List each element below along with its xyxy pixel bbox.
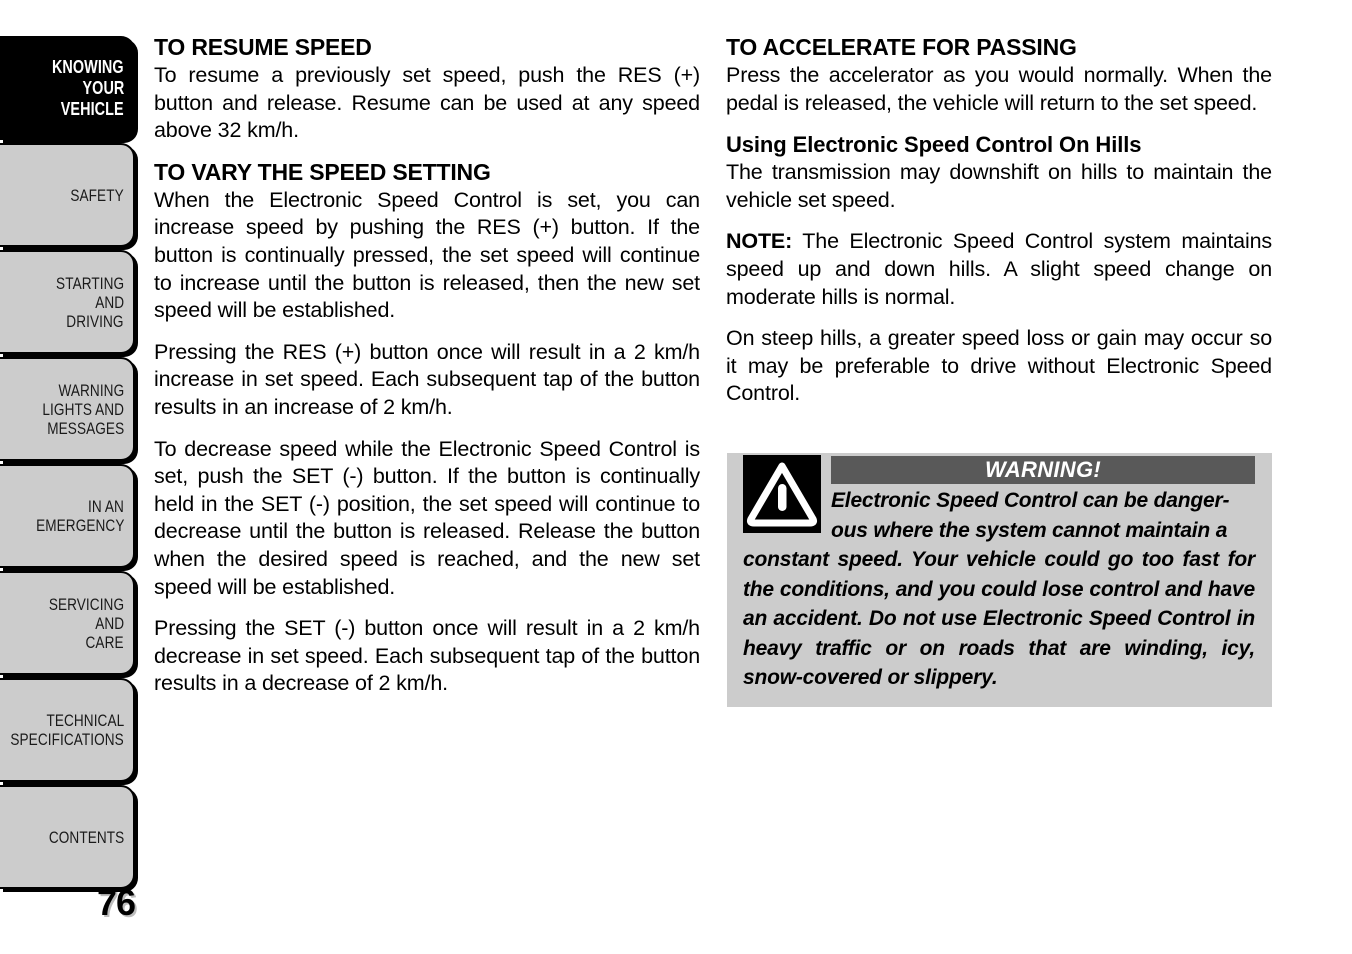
warning-text-head-line-1: Electronic Speed Control can be danger- xyxy=(831,489,1230,512)
warning-triangle-icon xyxy=(743,455,821,533)
paragraph-vary-speed-setting: When the Electronic Speed Control is set… xyxy=(154,187,700,323)
left-text-column: TO RESUME SPEED To resume a previously s… xyxy=(154,34,700,712)
heading-to-accelerate-for-passing: TO ACCELERATE FOR PASSING xyxy=(726,34,1077,60)
paragraph-decrease-speed: To decrease speed while the Electronic S… xyxy=(154,436,700,599)
paragraph-hills-downshift: The transmission may downshift on hills … xyxy=(726,160,1272,212)
warning-box: WARNING! Electronic Speed Control can be… xyxy=(727,453,1272,707)
heading-to-vary-the-speed-setting: TO VARY THE SPEED SETTING xyxy=(154,158,491,185)
paragraph-res-increase: Pressing the RES (+) button once will re… xyxy=(154,339,700,419)
heading-to-resume-speed: TO RESUME SPEED xyxy=(154,34,372,60)
warning-text-head: Electronic Speed Control can be danger- … xyxy=(831,486,1255,545)
note-text: The Electronic Speed Control system main… xyxy=(726,229,1272,309)
sidebar-tab-label-line: SPECIFICATIONS xyxy=(10,730,124,749)
sidebar-tab-starting-and-driving[interactable]: STARTING AND DRIVING xyxy=(0,250,135,354)
warning-text-body: constant speed. Your vehicle could go to… xyxy=(743,548,1255,689)
sidebar-tab-label-line: AND xyxy=(95,292,124,312)
sidebar-tab-label-line: LIGHTS AND xyxy=(42,399,124,419)
warning-title: WARNING! xyxy=(831,456,1255,484)
sidebar-tab-safety[interactable]: SAFETY xyxy=(0,143,135,247)
sidebar-tab-label-line: WARNING xyxy=(58,380,124,400)
sidebar-tab-label-line: SAFETY xyxy=(70,185,124,205)
sidebar-tab-label-line: MESSAGES xyxy=(47,418,124,438)
heading-using-speed-control-on-hills: Using Electronic Speed Control On Hills xyxy=(726,132,1142,158)
chapter-tab-sidebar: KNOWING YOUR VEHICLE SAFETY STARTING AND DRIVI… xyxy=(0,36,137,892)
paragraph-note: NOTE: The Electronic Speed Control syste… xyxy=(726,228,1272,311)
sidebar-tab-warning-lights-and-messages[interactable]: WARNING LIGHTS AND MESSAGES xyxy=(0,357,135,461)
sidebar-tab-label-line: YOUR xyxy=(82,77,124,98)
sidebar-tab-label-line: TECHNICAL xyxy=(46,711,124,730)
warning-box-header-area: WARNING! Electronic Speed Control can be… xyxy=(821,453,1272,545)
sidebar-tab-technical-specifications[interactable]: TECHNICAL SPECIFICATIONS xyxy=(0,678,135,782)
paragraph-set-decrease: Pressing the SET (-) button once will re… xyxy=(154,616,700,696)
right-text-column: TO ACCELERATE FOR PASSING Press the acce… xyxy=(726,34,1272,422)
sidebar-tab-contents[interactable]: CONTENTS xyxy=(0,785,135,889)
sidebar-tab-label-line: CARE xyxy=(85,632,124,652)
sidebar-tab-label-line: KNOWING xyxy=(52,56,124,77)
page-number: 76 xyxy=(97,882,136,923)
sidebar-tab-servicing-and-care[interactable]: SERVICING AND CARE xyxy=(0,571,135,675)
sidebar-tab-label-line: DRIVING xyxy=(66,311,124,331)
sidebar-tab-label-line: AND xyxy=(95,613,124,633)
paragraph-resume-speed: To resume a previously set speed, push t… xyxy=(154,63,700,143)
sidebar-tab-knowing-your-vehicle[interactable]: KNOWING YOUR VEHICLE xyxy=(0,36,135,140)
paragraph-steep-hills: On steep hills, a greater speed loss or … xyxy=(726,326,1272,406)
sidebar-tab-label-line: IN AN xyxy=(88,497,124,516)
note-label: NOTE: xyxy=(726,229,793,254)
sidebar-tab-label-line: STARTING xyxy=(55,273,124,293)
warning-box-body: constant speed. Your vehicle could go to… xyxy=(727,545,1272,693)
sidebar-tab-label-line: SERVICING xyxy=(48,594,124,614)
sidebar-tab-in-an-emergency[interactable]: IN AN EMERGENCY xyxy=(0,464,135,568)
sidebar-tab-label-line: CONTENTS xyxy=(48,827,124,847)
warning-text-head-line-2: ous where the system cannot maintain a xyxy=(831,518,1228,542)
sidebar-tab-label-line: EMERGENCY xyxy=(35,516,124,535)
warning-box-top: WARNING! Electronic Speed Control can be… xyxy=(727,453,1272,545)
sidebar-tab-label-line: VEHICLE xyxy=(61,98,124,119)
paragraph-accelerate-for-passing: Press the accelerator as you would norma… xyxy=(726,63,1272,115)
